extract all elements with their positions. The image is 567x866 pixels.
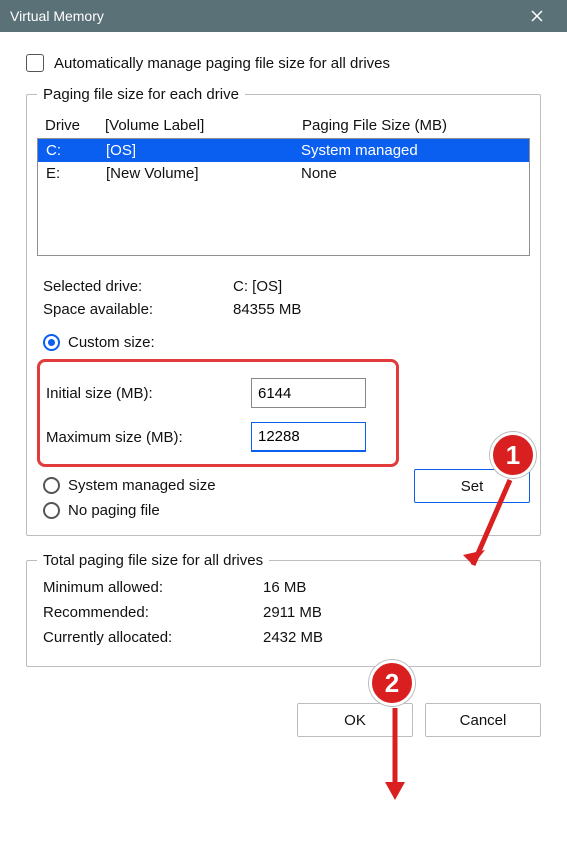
maximum-size-input[interactable] — [251, 422, 366, 452]
drive-row-c[interactable]: C: [OS] System managed — [38, 139, 529, 162]
initial-size-row: Initial size (MB): — [46, 378, 386, 408]
drive-headers: Drive [Volume Label] Paging File Size (M… — [37, 113, 530, 138]
cancel-button[interactable]: Cancel — [425, 703, 541, 737]
space-available-label: Space available: — [43, 301, 233, 318]
close-icon — [531, 10, 543, 22]
no-paging-label: No paging file — [68, 502, 160, 519]
drive-letter: C: — [46, 142, 106, 159]
custom-size-radio[interactable] — [43, 334, 60, 351]
drive-letter: E: — [46, 165, 106, 182]
header-label: [Volume Label] — [105, 117, 302, 134]
totals-legend: Total paging file size for all drives — [37, 552, 269, 569]
current-allocated-label: Currently allocated: — [43, 629, 263, 646]
recommended-value: 2911 MB — [263, 604, 322, 621]
custom-size-highlight: Initial size (MB): Maximum size (MB): — [37, 359, 399, 467]
dialog-button-row: OK Cancel — [0, 695, 567, 753]
close-button[interactable] — [517, 0, 557, 32]
header-size: Paging File Size (MB) — [302, 117, 522, 134]
auto-manage-row[interactable]: Automatically manage paging file size fo… — [26, 54, 541, 72]
window-title: Virtual Memory — [10, 8, 517, 24]
drive-label: [OS] — [106, 142, 301, 159]
recommended-row: Recommended: 2911 MB — [43, 604, 530, 621]
drive-size: System managed — [301, 142, 521, 159]
current-allocated-row: Currently allocated: 2432 MB — [43, 629, 530, 646]
system-managed-radio[interactable] — [43, 477, 60, 494]
min-allowed-label: Minimum allowed: — [43, 579, 263, 596]
header-drive: Drive — [45, 117, 105, 134]
no-paging-radio-row[interactable]: No paging file — [43, 502, 530, 519]
selected-drive-row: Selected drive: C: [OS] — [43, 278, 530, 295]
no-paging-radio[interactable] — [43, 502, 60, 519]
selected-drive-value: C: [OS] — [233, 278, 282, 295]
min-allowed-value: 16 MB — [263, 579, 306, 596]
maximum-size-label: Maximum size (MB): — [46, 429, 251, 446]
space-available-value: 84355 MB — [233, 301, 301, 318]
title-bar: Virtual Memory — [0, 0, 567, 32]
drive-group-legend: Paging file size for each drive — [37, 86, 245, 103]
initial-size-label: Initial size (MB): — [46, 385, 251, 402]
current-allocated-value: 2432 MB — [263, 629, 323, 646]
space-available-row: Space available: 84355 MB — [43, 301, 530, 318]
selected-drive-label: Selected drive: — [43, 278, 233, 295]
system-managed-label: System managed size — [68, 477, 216, 494]
custom-size-radio-row[interactable]: Custom size: — [43, 334, 530, 351]
drive-list[interactable]: C: [OS] System managed E: [New Volume] N… — [37, 138, 530, 256]
drive-label: [New Volume] — [106, 165, 301, 182]
recommended-label: Recommended: — [43, 604, 263, 621]
custom-size-label: Custom size: — [68, 334, 155, 351]
maximum-size-row: Maximum size (MB): — [46, 422, 386, 452]
initial-size-input[interactable] — [251, 378, 366, 408]
auto-manage-label: Automatically manage paging file size fo… — [54, 55, 390, 72]
ok-button[interactable]: OK — [297, 703, 413, 737]
drive-group: Paging file size for each drive Drive [V… — [26, 86, 541, 536]
min-allowed-row: Minimum allowed: 16 MB — [43, 579, 530, 596]
totals-group: Total paging file size for all drives Mi… — [26, 552, 541, 667]
set-button[interactable]: Set — [414, 469, 530, 503]
drive-size: None — [301, 165, 521, 182]
auto-manage-checkbox[interactable] — [26, 54, 44, 72]
drive-row-e[interactable]: E: [New Volume] None — [38, 162, 529, 185]
